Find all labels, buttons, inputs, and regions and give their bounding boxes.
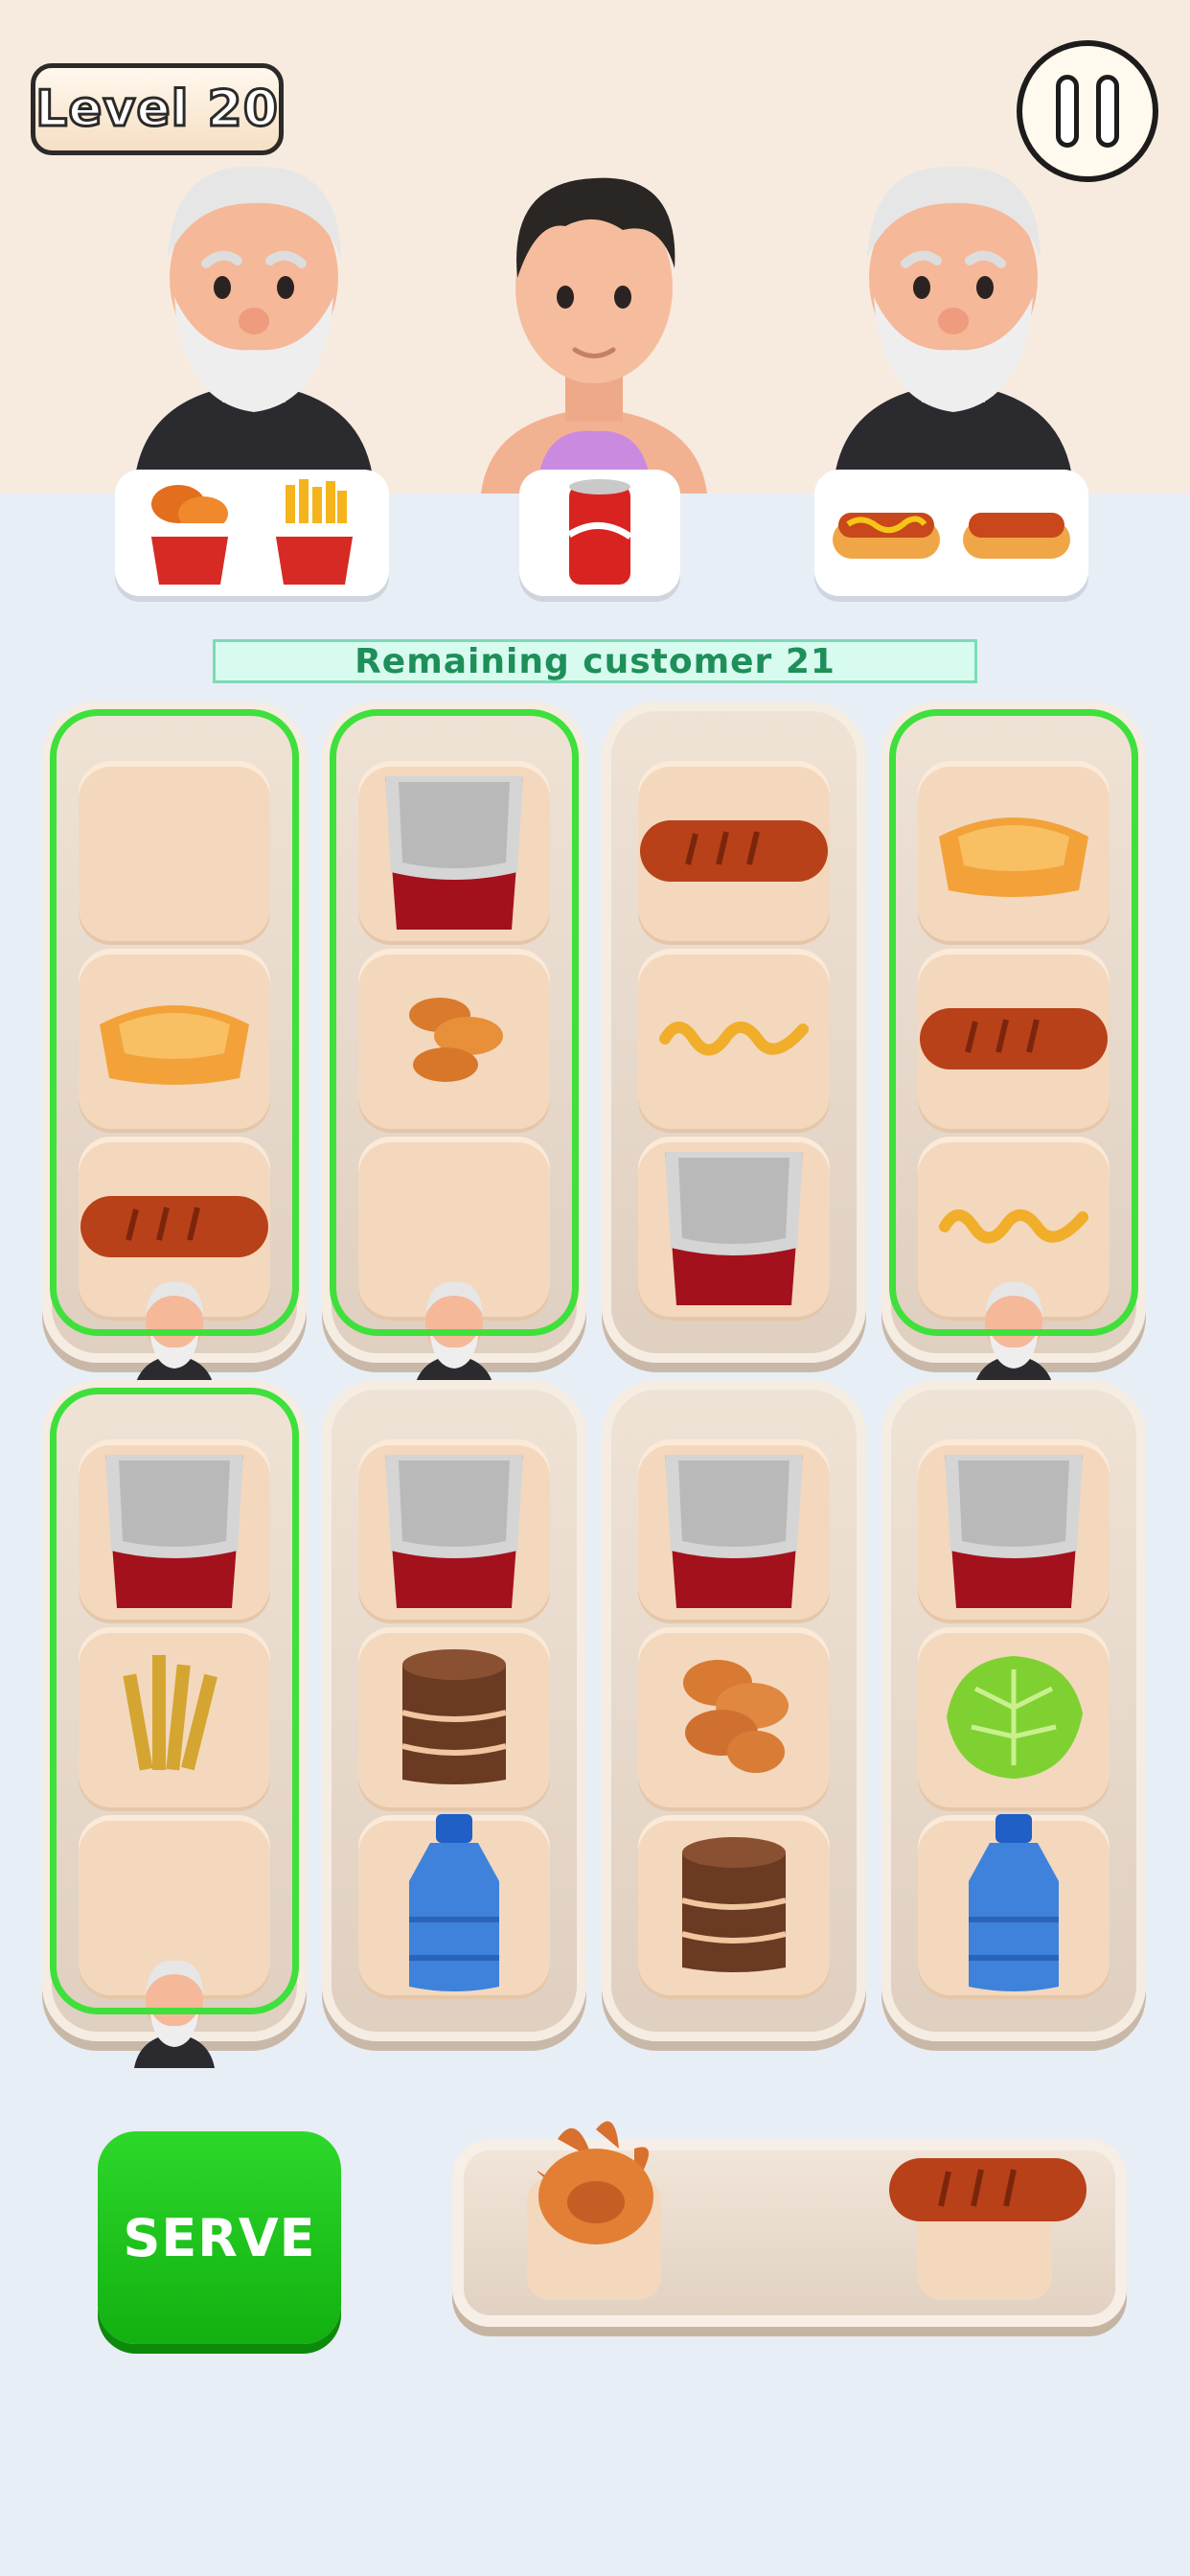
tray-6[interactable] (322, 1380, 586, 2041)
remaining-customers-label: Remaining customer 21 (213, 639, 977, 683)
tray-customer-old-man (973, 1281, 1054, 1390)
hotdog-icon (833, 513, 941, 559)
fries-bucket-icon (272, 479, 356, 585)
slot-empty[interactable] (358, 1137, 550, 1317)
empty-cup-icon (105, 1455, 243, 1608)
lettuce-icon (947, 1656, 1083, 1779)
slot-empty-cup[interactable] (918, 1439, 1110, 1620)
sausage-icon (889, 2158, 1087, 2221)
slot-sausage[interactable] (79, 1137, 270, 1317)
slot-chocolate-cake[interactable] (638, 1815, 830, 1995)
empty-cup-icon (385, 1455, 523, 1608)
serve-button[interactable]: SERVE (98, 2131, 341, 2344)
nuggets-icon (683, 1660, 789, 1773)
soda-can-icon (567, 479, 632, 585)
holding-tray[interactable] (452, 2121, 1127, 2327)
fried-chicken-bucket-icon (148, 485, 232, 585)
empty-cup-icon (945, 1455, 1083, 1608)
level-badge: Level 20 (31, 63, 284, 155)
hotdog-icon (962, 513, 1070, 559)
hotdog-bun-icon (939, 817, 1088, 897)
chicken-wings-icon (409, 998, 503, 1082)
chocolate-cake-icon (681, 1837, 787, 1972)
tray-5[interactable] (42, 1380, 307, 2068)
tray-3[interactable] (602, 702, 866, 1363)
slot-mustard[interactable] (638, 949, 830, 1129)
tray-8[interactable] (881, 1380, 1146, 2041)
tray-1[interactable] (42, 702, 307, 1390)
mustard-icon (659, 1022, 809, 1056)
slot-sausage[interactable] (638, 761, 830, 941)
customer-old-man-1 (134, 166, 374, 484)
slot-nuggets[interactable] (638, 1627, 830, 1807)
slot-empty-cup[interactable] (358, 761, 550, 941)
sausage-icon (640, 820, 828, 882)
mustard-icon (939, 1209, 1088, 1244)
slot-chocolate-cake[interactable] (358, 1627, 550, 1807)
slot-empty[interactable] (79, 1815, 270, 1995)
empty-cup-icon (665, 1152, 803, 1305)
slot-hotdog-bun[interactable] (79, 949, 270, 1129)
tray-2[interactable] (322, 702, 586, 1390)
sausage-icon (920, 1008, 1108, 1070)
slot-empty-cup[interactable] (638, 1439, 830, 1620)
sausage-icon (80, 1196, 268, 1257)
tray-customer-old-man (134, 1960, 215, 2068)
slot-water-bottle[interactable] (918, 1814, 1110, 1995)
slot-sausage[interactable] (918, 949, 1110, 1129)
slot-empty[interactable] (79, 761, 270, 941)
slot-empty-cup[interactable] (79, 1439, 270, 1620)
tray-4[interactable] (881, 702, 1146, 1390)
pause-icon (1056, 75, 1079, 148)
order-bubble-2 (519, 470, 680, 596)
order-bubble-3 (814, 470, 1088, 596)
customer-old-man-2 (834, 166, 1073, 484)
slot-hotdog-bun[interactable] (918, 761, 1110, 941)
slot-chicken-wings[interactable] (358, 949, 550, 1129)
tray-customer-old-man (134, 1281, 215, 1390)
hotdog-bun-icon (100, 1005, 249, 1085)
order-bubble-1 (115, 470, 389, 596)
tray-customer-old-man (414, 1281, 494, 1390)
slot-fries[interactable] (79, 1627, 270, 1807)
slot-empty-cup[interactable] (358, 1439, 550, 1620)
chocolate-cake-icon (401, 1649, 507, 1784)
water-bottle-icon (409, 1814, 499, 1991)
customer-young-man (481, 177, 707, 494)
onion-blossom-icon (537, 2121, 653, 2244)
slot-lettuce[interactable] (918, 1627, 1110, 1807)
slot-mustard[interactable] (918, 1137, 1110, 1317)
slot-water-bottle[interactable] (358, 1814, 550, 1995)
empty-cup-icon (385, 776, 523, 930)
tray-7[interactable] (602, 1380, 866, 2041)
water-bottle-icon (969, 1814, 1059, 1991)
slot-empty-cup[interactable] (638, 1137, 830, 1317)
fries-icon (123, 1655, 217, 1771)
empty-cup-icon (665, 1455, 803, 1608)
